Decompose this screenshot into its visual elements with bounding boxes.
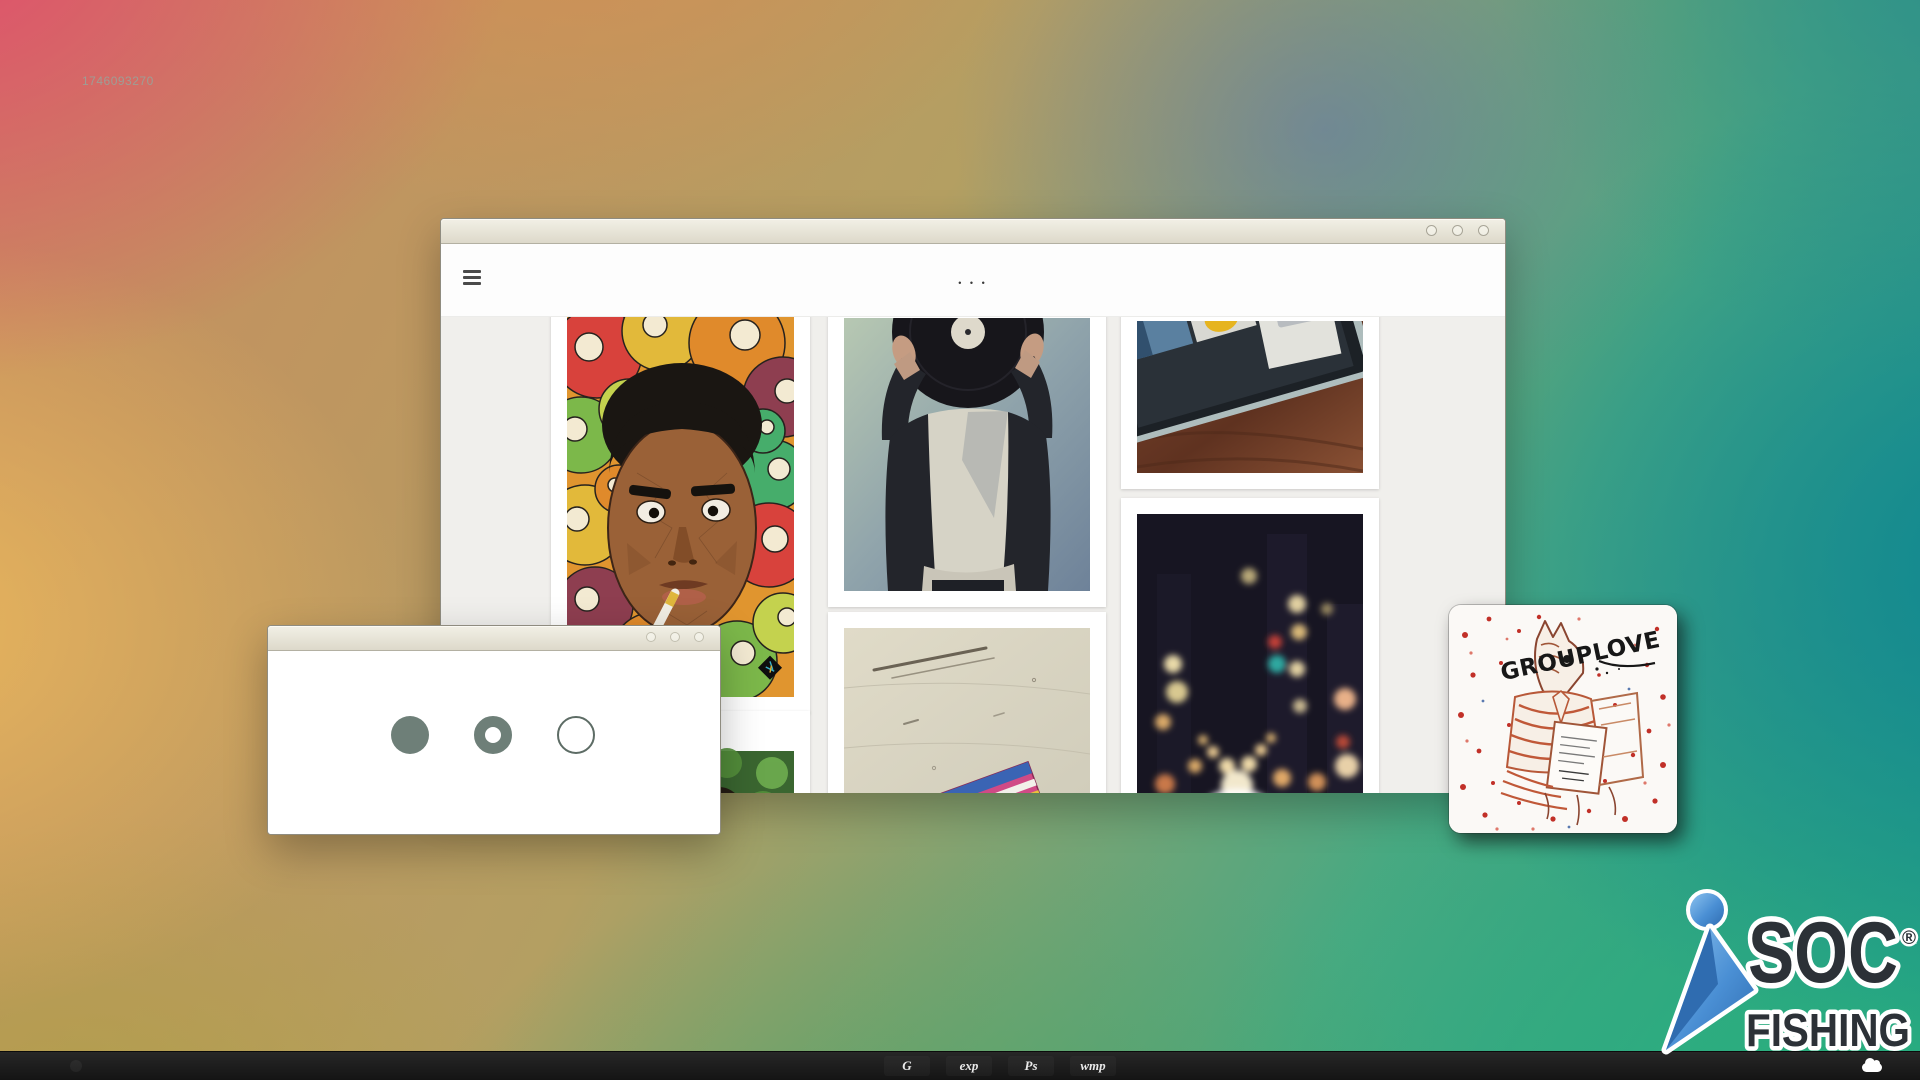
filled-circle-option[interactable] (391, 716, 429, 754)
logo-soc-text: SOC (1748, 905, 1898, 1001)
dialog-body (268, 651, 720, 834)
logo-registered-mark: ® (1902, 928, 1916, 949)
album-art-card[interactable]: GROUPLOVE (1449, 605, 1677, 833)
taskbar-item-g[interactable]: G (884, 1056, 930, 1076)
taskbar-item-exp[interactable]: exp (946, 1056, 992, 1076)
taskbar-start-dot-icon[interactable] (70, 1060, 82, 1072)
gallery-item-beach[interactable] (828, 612, 1106, 793)
album-art-image: GROUPLOVE (1449, 605, 1677, 833)
window-circle-button-icon[interactable] (646, 632, 656, 642)
desktop-overlay-id: 1746093270 (82, 74, 154, 88)
logo-person-arrow-icon (1666, 893, 1754, 1050)
vinyl-person-image (844, 318, 1090, 591)
window-circle-button-icon[interactable] (1452, 225, 1463, 236)
dialog-titlebar[interactable] (268, 626, 720, 651)
gallery-item-vinyl-person[interactable] (828, 317, 1106, 607)
dialog-window-controls (646, 632, 704, 642)
taskbar: G exp Ps wmp (0, 1051, 1920, 1080)
outline-circle-option[interactable] (557, 716, 595, 754)
tablet-image (1137, 321, 1363, 473)
logo-fishing-text: FISHING (1746, 1004, 1910, 1056)
gallery-window-titlebar[interactable] (441, 219, 1505, 244)
desktop-background: 1746093270 • • • (0, 0, 1920, 1080)
window-circle-button-icon[interactable] (1426, 225, 1437, 236)
soc-fishing-logo: SOC ® FISHING (1650, 880, 1920, 1070)
circles-dialog-window (267, 625, 721, 835)
gallery-item-tablet[interactable] (1121, 317, 1379, 489)
window-circle-button-icon[interactable] (670, 632, 680, 642)
taskbar-item-wmp[interactable]: wmp (1070, 1056, 1116, 1076)
more-options-button[interactable]: • • • (441, 278, 1505, 288)
ring-circle-option[interactable] (474, 716, 512, 754)
beach-image (844, 628, 1090, 793)
taskbar-item-ps[interactable]: Ps (1008, 1056, 1054, 1076)
window-circle-button-icon[interactable] (1478, 225, 1489, 236)
window-circle-button-icon[interactable] (694, 632, 704, 642)
gallery-item-city-night[interactable] (1121, 498, 1379, 793)
taskbar-app-buttons: G exp Ps wmp (884, 1052, 1116, 1080)
window-controls (1426, 225, 1489, 236)
gallery-app-header: • • • (441, 244, 1505, 317)
city-night-image (1137, 514, 1363, 793)
